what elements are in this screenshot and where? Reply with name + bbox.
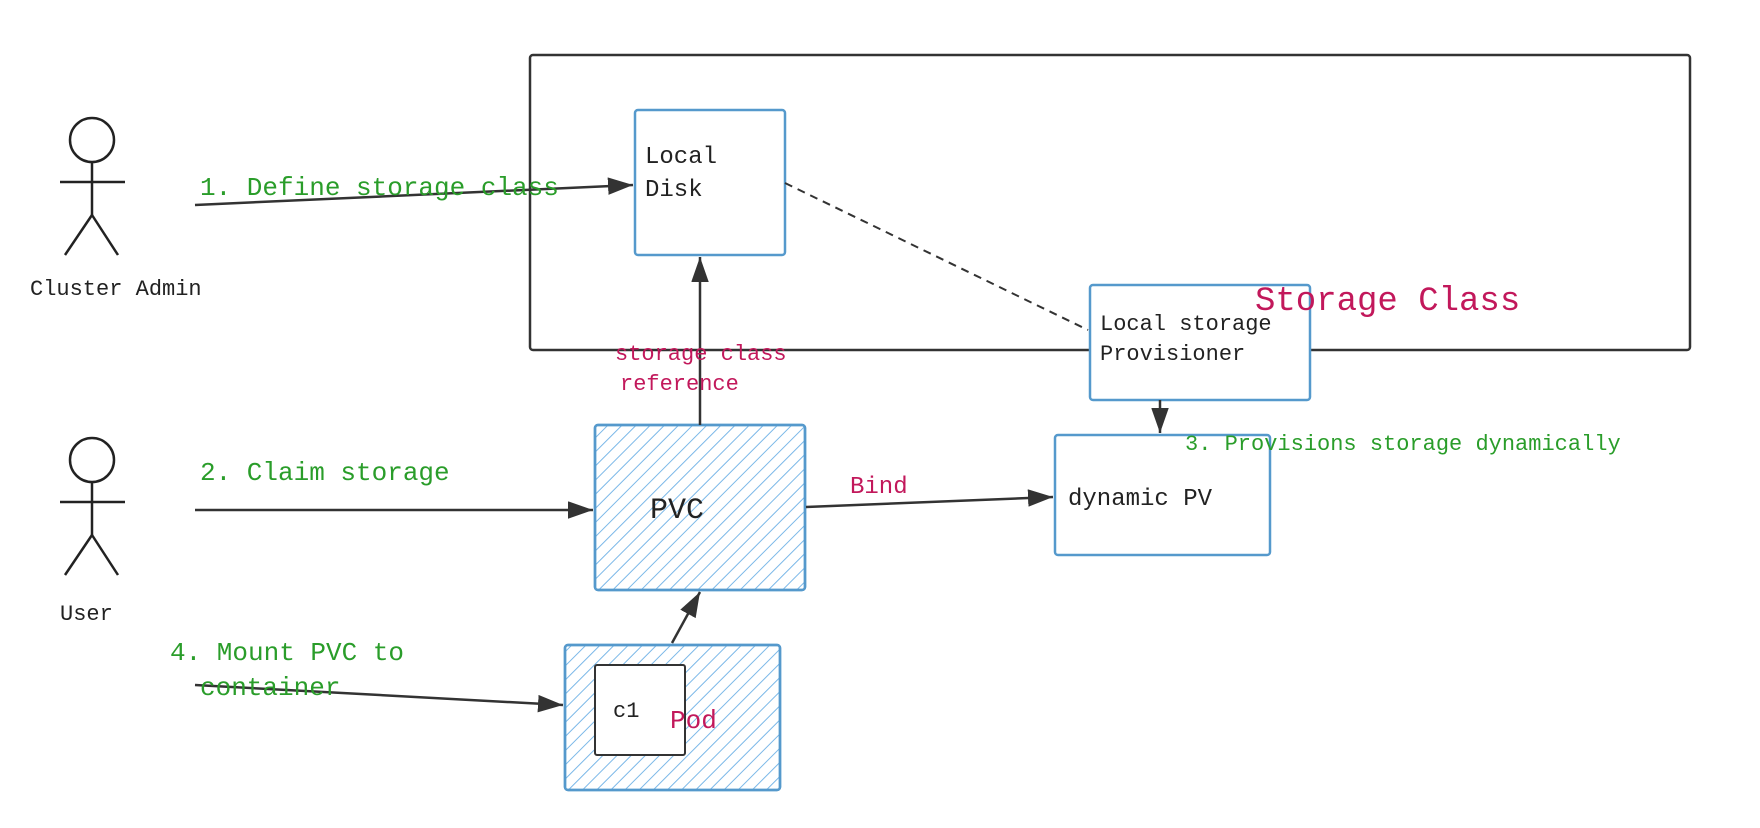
step4-label-line2: container bbox=[200, 673, 340, 703]
user-label: User bbox=[60, 602, 113, 627]
storage-class-title-label: Storage Class bbox=[1255, 283, 1520, 321]
bind-label: Bind bbox=[850, 474, 908, 501]
container-label: c1 bbox=[613, 699, 639, 724]
diagram-container: Cluster Admin User 1. Define storage cla… bbox=[0, 0, 1760, 828]
arrow-pod-to-pvc bbox=[672, 592, 700, 643]
local-storage-provisioner-text-line1: Local storage bbox=[1100, 312, 1272, 337]
main-diagram-svg: Cluster Admin User 1. Define storage cla… bbox=[0, 0, 1760, 828]
local-disk-text-line2: Disk bbox=[645, 177, 703, 204]
step2-label: 2. Claim storage bbox=[200, 458, 450, 488]
local-storage-provisioner-text-line2: Provisioner bbox=[1100, 342, 1245, 367]
storage-class-ref-line1: storage class bbox=[615, 342, 787, 367]
cluster-admin-head bbox=[70, 118, 114, 162]
storage-class-ref-line2: reference bbox=[620, 372, 739, 397]
step4-label-line1: 4. Mount PVC to bbox=[170, 638, 404, 668]
step1-label: 1. Define storage class bbox=[200, 173, 559, 203]
pvc-text: PVC bbox=[650, 494, 704, 528]
pod-text: Pod bbox=[670, 706, 717, 736]
step3-label: 3. Provisions storage dynamically bbox=[1185, 432, 1621, 457]
arrow-pvc-to-dynamic-pv bbox=[806, 497, 1053, 507]
cluster-admin-label: Cluster Admin bbox=[30, 277, 202, 302]
local-disk-text-line1: Local bbox=[645, 144, 717, 171]
dynamic-pv-text: dynamic PV bbox=[1068, 486, 1213, 513]
user-head bbox=[70, 438, 114, 482]
